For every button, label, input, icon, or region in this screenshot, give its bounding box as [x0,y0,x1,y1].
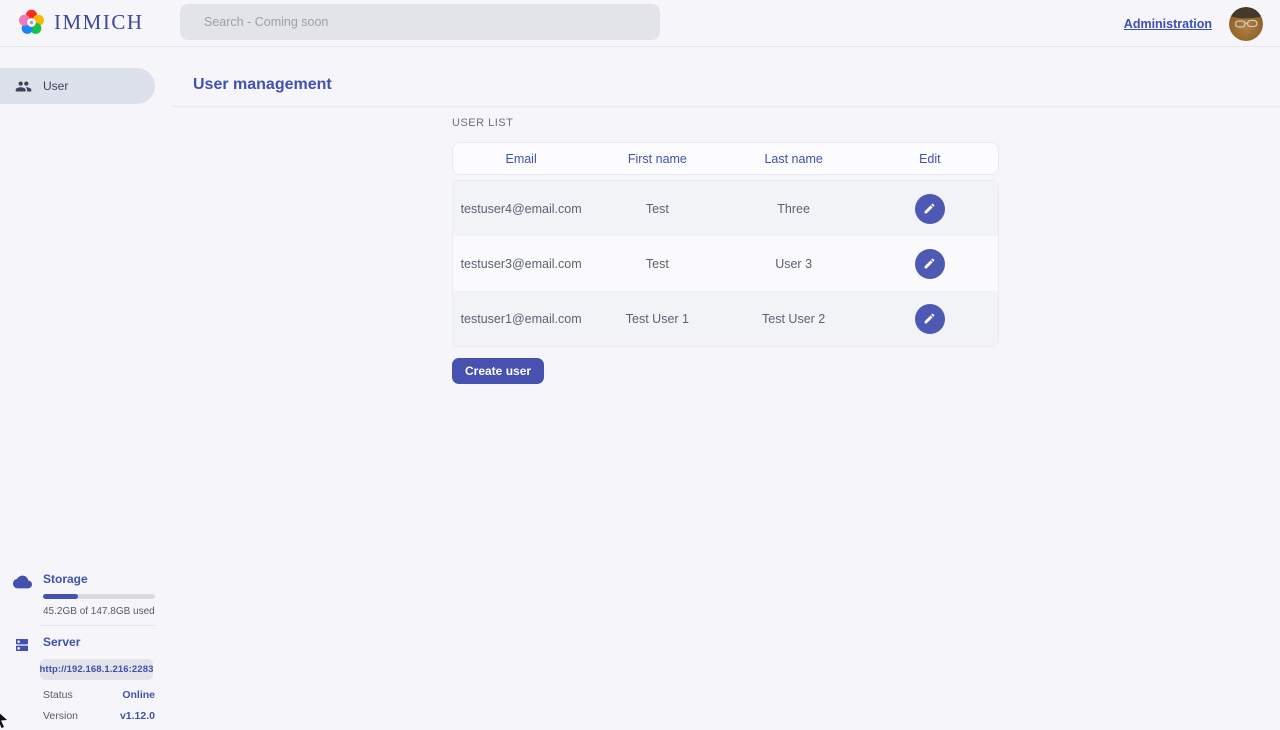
cell-edit [862,291,998,346]
table-row: testuser4@email.com Test Three [453,181,998,236]
cell-last-name: Test User 2 [726,291,862,346]
status-value: Online [122,689,155,701]
immich-logo[interactable]: IMMICH [18,9,144,36]
edit-user-button[interactable] [915,304,945,334]
mouse-cursor [0,709,9,730]
column-header-last-name: Last name [726,143,862,174]
user-table-body: testuser4@email.com Test Three testuser3… [452,180,999,347]
table-row: testuser1@email.com Test User 1 Test Use… [453,291,998,346]
navbar-right: Administration [1124,0,1263,47]
pencil-icon [923,312,936,325]
create-user-button[interactable]: Create user [452,358,544,384]
storage-widget: Storage 45.2GB of 147.8GB used [0,572,170,617]
user-list-label: USER LIST [452,117,513,129]
cell-email: testuser3@email.com [453,236,589,291]
user-avatar[interactable] [1229,7,1263,41]
user-table-header: Email First name Last name Edit [452,142,999,175]
search-input[interactable] [180,4,660,40]
server-url-badge: http://192.168.1.216:2283 [40,659,153,680]
page-title: User management [193,76,332,94]
immich-admin-screen: IMMICH Administration [0,0,1280,730]
immich-flower-icon [18,9,45,36]
storage-title: Storage [43,572,170,586]
column-header-first-name: First name [589,143,725,174]
server-version-row: Version v1.12.0 [43,710,155,722]
server-title: Server [43,635,170,649]
cell-last-name: User 3 [726,236,862,291]
edit-user-button[interactable] [915,249,945,279]
storage-progress-fill [43,594,78,599]
server-status-row: Status Online [43,689,155,701]
title-divider [171,106,1280,107]
sidebar-item-users[interactable]: User [0,68,155,104]
status-label: Status [43,689,73,701]
column-header-email: Email [453,143,589,174]
cell-first-name: Test [589,236,725,291]
administration-link[interactable]: Administration [1124,17,1212,31]
column-header-edit: Edit [862,143,998,174]
version-label: Version [43,710,78,722]
server-icon [14,637,30,658]
server-widget: Server http://192.168.1.216:2283 Status … [0,635,170,722]
cell-first-name: Test [589,181,725,236]
cell-edit [862,181,998,236]
pencil-icon [923,257,936,270]
sidebar-item-label: User [43,79,68,93]
cloud-icon [13,575,32,594]
cell-last-name: Three [726,181,862,236]
version-value: v1.12.0 [120,710,155,722]
brand-text: IMMICH [54,10,144,35]
cell-first-name: Test User 1 [589,291,725,346]
storage-usage-text: 45.2GB of 147.8GB used [43,606,170,617]
cell-email: testuser1@email.com [453,291,589,346]
edit-user-button[interactable] [915,194,945,224]
users-icon [15,78,32,95]
sidebar-divider [40,625,155,626]
storage-progress-bar [43,594,155,599]
cell-email: testuser4@email.com [453,181,589,236]
top-navbar: IMMICH Administration [0,0,1280,47]
table-row: testuser3@email.com Test User 3 [453,236,998,291]
pencil-icon [923,202,936,215]
cell-edit [862,236,998,291]
search-bar [180,4,660,40]
